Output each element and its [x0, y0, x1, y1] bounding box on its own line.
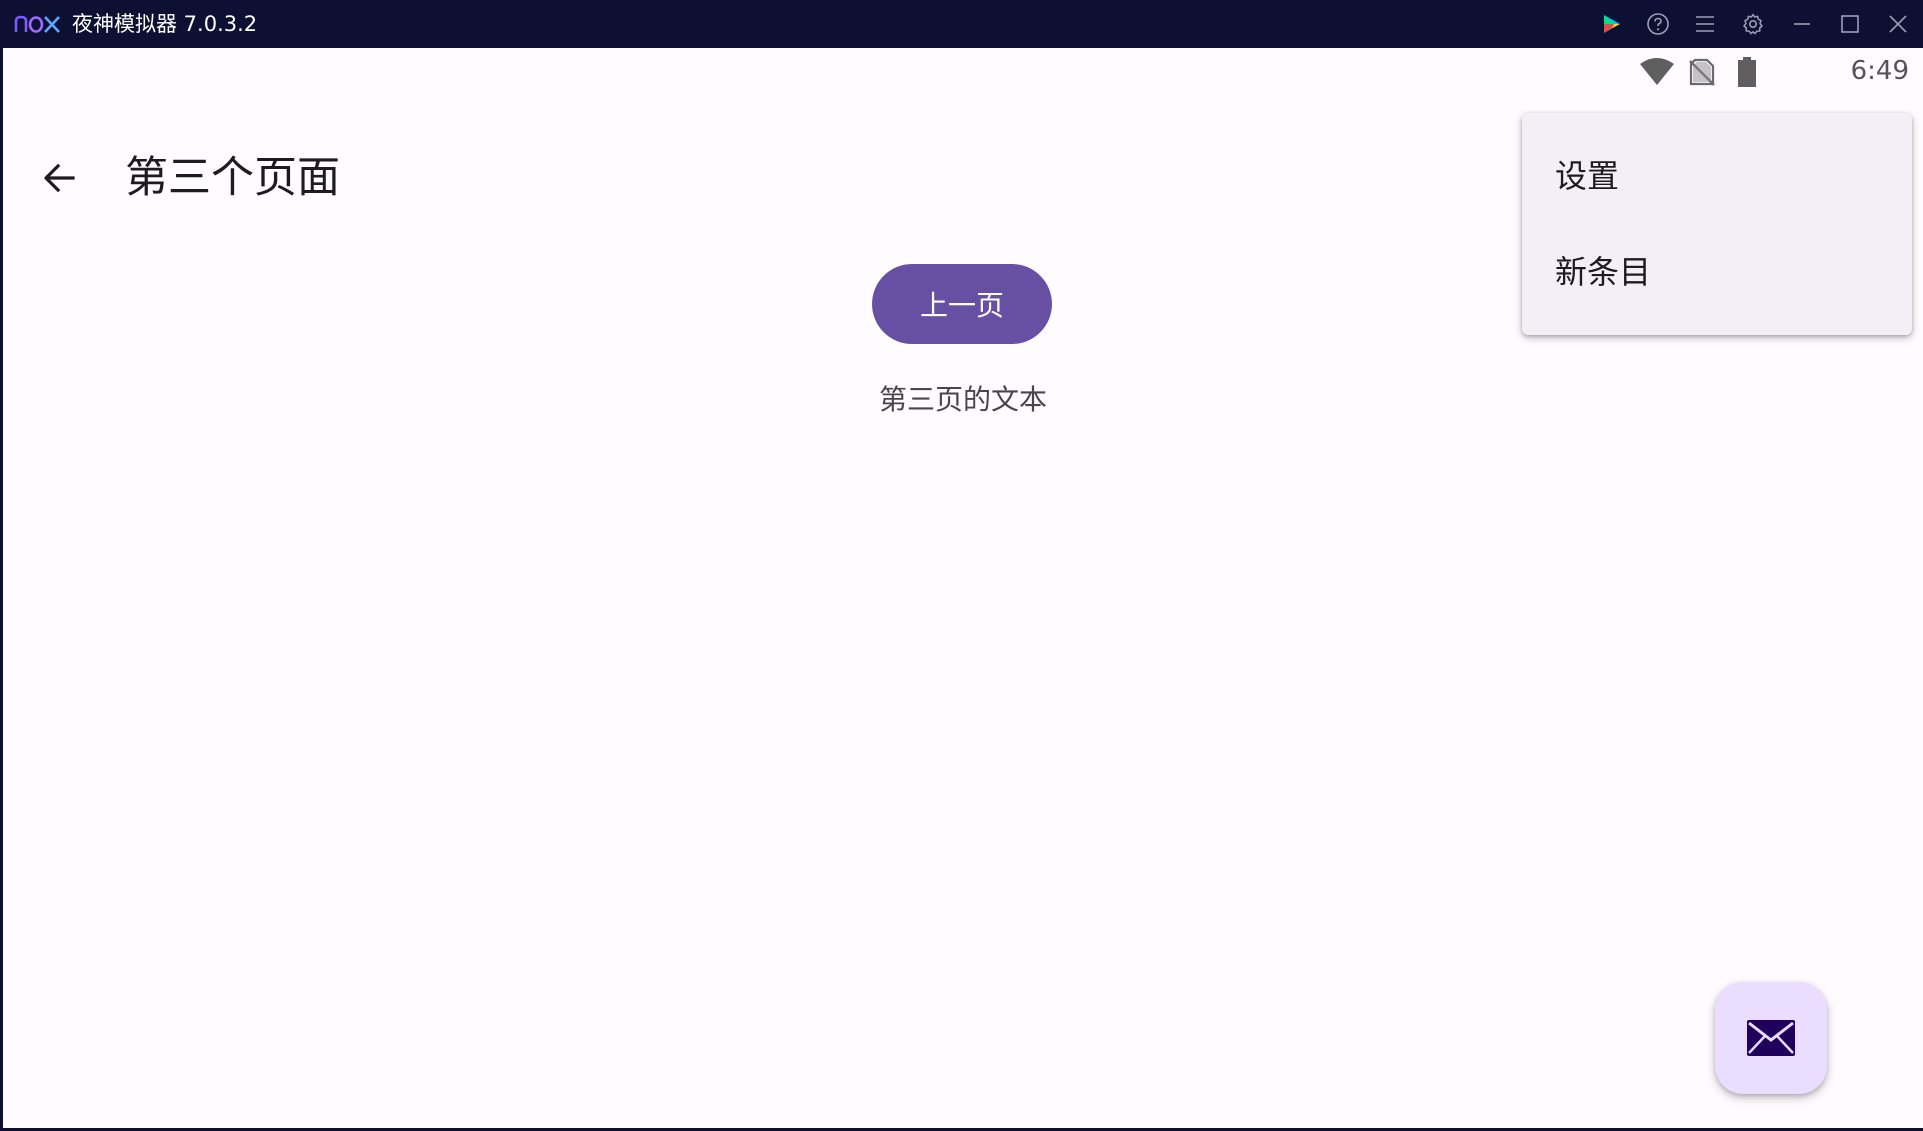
arrow-back-icon: [44, 163, 75, 193]
help-icon[interactable]: [1644, 10, 1672, 38]
menu-item-settings[interactable]: 设置: [1522, 128, 1912, 224]
page-title: 第三个页面: [125, 153, 340, 203]
wifi-icon: [1640, 58, 1674, 85]
emulator-window: 夜神模拟器 7.0.3.2 6:49 第三个页面 上一页 第三页的文本 设置 新…: [0, 0, 1923, 1131]
back-button[interactable]: [31, 150, 87, 206]
status-time: 6:49: [1850, 56, 1909, 86]
app-title: 夜神模拟器 7.0.3.2: [72, 12, 258, 36]
previous-page-button[interactable]: 上一页: [872, 264, 1052, 344]
status-bar: 6:49: [1523, 48, 1923, 96]
nox-logo: [14, 15, 60, 33]
page-body-text: 第三页的文本: [878, 383, 1047, 416]
overflow-menu: 设置 新条目: [1522, 113, 1912, 335]
mail-icon: [1747, 1020, 1795, 1056]
settings-icon[interactable]: [1739, 10, 1767, 38]
no-sim-icon: [1689, 58, 1715, 86]
android-screen: 6:49 第三个页面 上一页 第三页的文本 设置 新条目: [3, 48, 1923, 1128]
menu-icon[interactable]: [1691, 10, 1719, 38]
mail-fab[interactable]: [1715, 982, 1827, 1094]
maximize-icon[interactable]: [1836, 10, 1864, 38]
close-icon[interactable]: [1884, 10, 1912, 38]
emulator-title-bar: 夜神模拟器 7.0.3.2: [0, 0, 1923, 48]
minimize-icon[interactable]: [1788, 10, 1816, 38]
menu-item-new-entry[interactable]: 新条目: [1522, 224, 1912, 320]
battery-icon: [1738, 57, 1756, 87]
play-store-icon[interactable]: [1598, 10, 1626, 38]
